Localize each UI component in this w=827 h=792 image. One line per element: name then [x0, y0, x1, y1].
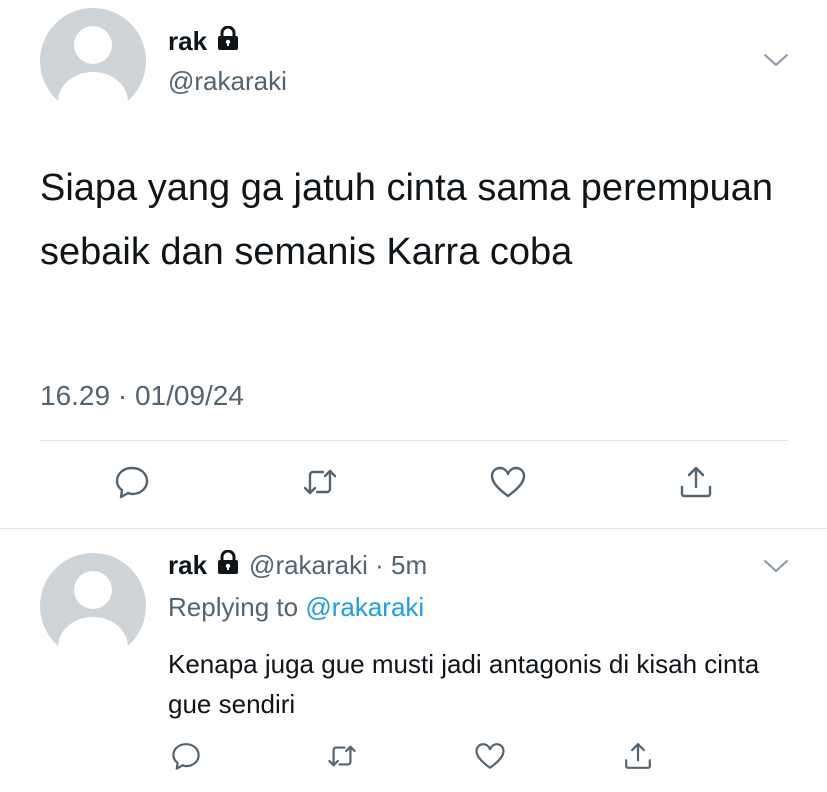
lock-icon: [215, 25, 241, 57]
share-icon: [677, 463, 715, 506]
reply-header: rak @rakaraki · 5m: [168, 549, 427, 581]
like-button[interactable]: [484, 460, 532, 508]
avatar[interactable]: [40, 553, 146, 659]
tweet-timestamp[interactable]: 16.29 · 01/09/24: [40, 380, 244, 412]
chevron-down-icon[interactable]: [762, 556, 790, 581]
replying-to: Replying to @rakaraki: [168, 592, 424, 623]
retweet-icon: [326, 740, 358, 777]
reply-button[interactable]: [108, 460, 156, 508]
divider: [40, 440, 788, 441]
avatar-body-shape: [58, 72, 128, 114]
tweet-text: Siapa yang ga jatuh cinta sama perempuan…: [40, 167, 774, 273]
handle[interactable]: @rakaraki: [168, 66, 287, 97]
share-button[interactable]: [614, 734, 662, 782]
like-icon: [474, 740, 506, 777]
display-name-text: rak: [168, 26, 208, 56]
retweet-icon: [301, 463, 339, 506]
reply-icon: [170, 740, 202, 777]
mention-link[interactable]: @rakaraki: [305, 592, 424, 622]
avatar-head-shape: [74, 571, 112, 609]
avatar-body-shape: [58, 617, 128, 659]
share-button[interactable]: [672, 460, 720, 508]
avatar[interactable]: [40, 8, 146, 114]
handle-and-time[interactable]: @rakaraki · 5m: [249, 550, 427, 581]
reply-button[interactable]: [162, 734, 210, 782]
divider: [0, 528, 827, 529]
avatar-head-shape: [74, 26, 112, 64]
display-name-text[interactable]: rak: [168, 550, 207, 581]
like-icon: [489, 463, 527, 506]
display-name[interactable]: rak: [168, 25, 241, 57]
reply-icon: [113, 463, 151, 506]
tweet-text: Kenapa juga gue musti jadi antagonis di …: [168, 649, 760, 719]
lock-icon: [215, 549, 241, 581]
retweet-button[interactable]: [296, 460, 344, 508]
replying-to-label: Replying to: [168, 592, 299, 622]
like-button[interactable]: [466, 734, 514, 782]
share-icon: [622, 740, 654, 777]
chevron-down-icon[interactable]: [762, 50, 790, 75]
retweet-button[interactable]: [318, 734, 366, 782]
